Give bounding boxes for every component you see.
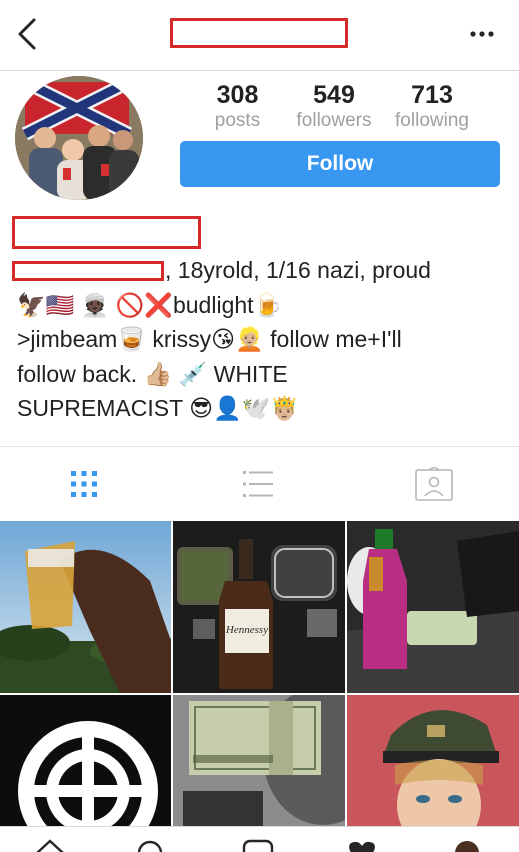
followers-stat[interactable]: 549 followers: [288, 80, 380, 132]
list-icon[interactable]: [241, 467, 275, 501]
posts-label: posts: [214, 110, 261, 131]
followers-label: followers: [296, 110, 372, 131]
search-icon[interactable]: [133, 837, 167, 852]
bio-line-1: , 18yrold, 1/16 nazi, proud: [165, 257, 431, 283]
redacted-full-name: [12, 216, 201, 249]
post-thumbnail[interactable]: Hennessy: [173, 521, 345, 693]
posts-stat[interactable]: 308 posts: [205, 80, 270, 132]
post-thumbnail[interactable]: [0, 521, 171, 693]
following-label: following: [395, 110, 469, 131]
ellipsis-icon[interactable]: [467, 22, 497, 46]
post-thumbnail[interactable]: [347, 695, 519, 831]
profile-icon[interactable]: [450, 837, 484, 852]
profile-avatar[interactable]: [15, 76, 143, 200]
post-thumbnail[interactable]: [173, 695, 345, 831]
bio-line-3: >jimbeam🥃 krissy😘👱🏼 follow me+I'll: [17, 326, 402, 352]
following-stat[interactable]: 713 following: [386, 80, 478, 132]
redacted-bio-text: [12, 261, 164, 281]
profile-view-tabs: [0, 446, 519, 522]
bottom-navigation: [0, 826, 519, 852]
posts-count: 308: [216, 81, 259, 109]
bio-line-4: follow back. 👍🏼 💉 WHITE: [17, 360, 288, 387]
top-bar: [0, 0, 519, 71]
redacted-username: [170, 18, 348, 48]
home-icon[interactable]: [33, 837, 67, 852]
bottle-label-text: Hennessy: [225, 624, 268, 636]
post-thumbnail[interactable]: [0, 695, 171, 831]
followers-count: 549: [313, 81, 355, 109]
chevron-left-icon[interactable]: [14, 16, 44, 52]
grid-icon[interactable]: [67, 467, 101, 501]
bio-line: , 18yrold, 1/16 nazi, proud: [12, 253, 512, 288]
tagged-icon[interactable]: [414, 466, 454, 501]
following-count: 713: [411, 81, 453, 109]
photo-grid: Hennessy: [0, 521, 519, 831]
heart-icon[interactable]: [345, 837, 379, 852]
bio-line-2: 🦅🇺🇸 👳🏿 🚫❌budlight🍺: [17, 291, 283, 318]
profile-bio: , 18yrold, 1/16 nazi, proud 🦅🇺🇸 👳🏿 🚫❌bud…: [12, 253, 512, 426]
follow-button[interactable]: Follow: [180, 141, 500, 187]
camera-icon[interactable]: [241, 837, 275, 852]
bio-line-5: SUPREMACIST 😎👤🕊️🤴🏼: [17, 395, 299, 421]
post-thumbnail[interactable]: [347, 521, 519, 693]
